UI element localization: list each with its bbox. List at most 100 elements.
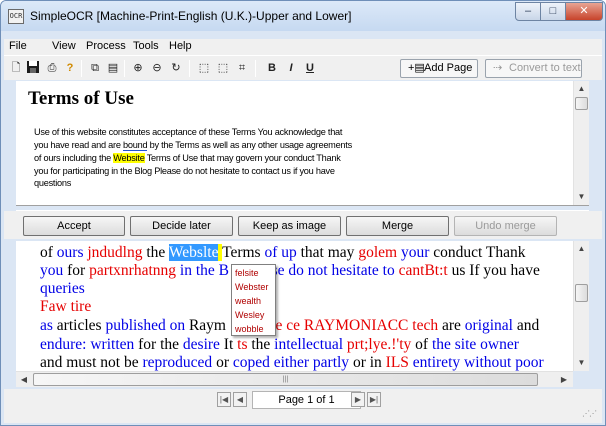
scroll-thumb[interactable] — [575, 97, 588, 110]
text-vertical-scrollbar[interactable]: ▲ ▼ — [573, 241, 589, 371]
text-horizontal-scrollbar[interactable]: ◀ ||| ▶ — [16, 371, 573, 387]
unrecognized-word[interactable]: tech — [408, 317, 438, 334]
unrecognized-word[interactable]: partxnrhatnng — [89, 262, 176, 279]
close-button[interactable]: ✕ — [565, 2, 603, 21]
dictionary-word: coped either partly — [232, 354, 350, 371]
ocr-text-span: of — [40, 244, 57, 261]
ocr-text-span: of — [411, 336, 432, 353]
zoom-in-icon[interactable]: ⊕ — [130, 60, 146, 76]
suggestion-item[interactable]: Wesley — [235, 310, 264, 320]
image-text-span: Use of this website constitutes acceptan… — [34, 127, 343, 137]
ocr-text-span: are — [438, 317, 465, 334]
image-text-span: questions — [34, 178, 72, 188]
toolbar-separator — [255, 60, 256, 77]
toolbar-separator — [124, 60, 125, 77]
unrecognized-word[interactable]: prt;lye.!'ty — [347, 336, 411, 353]
accept-button[interactable]: Accept — [23, 216, 125, 236]
suggestion-list[interactable]: felsite Webster wealth Wesley wobble — [231, 264, 276, 336]
unrecognized-word[interactable]: Faw tire — [40, 298, 91, 315]
ocr-text-line: you for partxnrhatnng in the B se do not… — [40, 262, 540, 280]
resize-grip-icon[interactable]: ⋰⋰ — [582, 409, 597, 421]
undo-merge-button[interactable]: Undo merge — [454, 216, 557, 236]
ocr-text-line: and must not be reproduced or coped eith… — [40, 354, 544, 371]
add-page-icon: +▤ — [408, 62, 425, 74]
image-heading: Terms of Use — [28, 88, 134, 109]
scroll-thumb[interactable] — [575, 284, 588, 302]
crop-icon[interactable]: ⬚ — [215, 60, 231, 76]
dictionary-word: your — [400, 244, 430, 261]
dictionary-word: entirety without poor — [412, 354, 544, 371]
ocr-text-line: endure: written for the desire It ts the… — [40, 336, 519, 354]
menu-tools[interactable]: Tools — [133, 40, 159, 52]
underline-icon[interactable]: U — [302, 60, 318, 76]
scan-icon[interactable]: ⎙ — [44, 60, 60, 76]
bold-icon[interactable]: B — [264, 60, 280, 76]
toolbar-separator — [189, 60, 190, 77]
keep-as-image-button[interactable]: Keep as image — [238, 216, 341, 236]
dictionary-word: original — [464, 317, 513, 334]
suggestion-item[interactable]: felsite — [235, 268, 259, 278]
unrecognized-word[interactable]: jndudlng — [87, 244, 142, 261]
convert-to-text-button[interactable]: ⇢ Convert to text — [485, 59, 582, 78]
suggestion-item[interactable]: wealth — [235, 296, 261, 306]
title-bar[interactable]: OCR SimpleOCR [Machine-Print-English (U.… — [1, 1, 605, 31]
italic-icon[interactable]: I — [283, 60, 299, 76]
previous-page-icon[interactable]: ◀ — [233, 392, 247, 407]
source-image-panel[interactable]: Terms of Use Use of this website constit… — [16, 81, 573, 205]
scroll-left-arrow-icon[interactable]: ◀ — [16, 372, 32, 387]
unrecognized-word[interactable]: ILS — [386, 354, 409, 371]
ocr-text-span: and must not be — [40, 354, 143, 371]
scroll-up-arrow-icon[interactable]: ▲ — [574, 81, 589, 97]
ocr-text-span: Terms — [222, 244, 265, 261]
new-icon[interactable]: 🗋 — [8, 60, 24, 76]
copy-icon[interactable]: ⧉ — [87, 60, 103, 76]
menu-view[interactable]: View — [52, 40, 76, 52]
scroll-down-arrow-icon[interactable]: ▼ — [574, 355, 589, 371]
ocr-text-span: the — [142, 244, 169, 261]
add-page-button[interactable]: +▤ Add Page — [400, 59, 478, 78]
unrecognized-word[interactable]: ce ce RAYMONIACC — [269, 317, 409, 334]
scroll-thumb[interactable]: ||| — [33, 373, 538, 386]
merge-button[interactable]: Merge — [346, 216, 449, 236]
menu-process[interactable]: Process — [86, 40, 126, 52]
decide-later-button[interactable]: Decide later — [130, 216, 233, 236]
image-text-span: you for participating in the Blog Please… — [34, 166, 335, 176]
ocr-text-span: It — [219, 336, 238, 353]
ocr-app-icon[interactable]: OCR — [8, 9, 24, 24]
scroll-up-arrow-icon[interactable]: ▲ — [574, 241, 589, 257]
select-region-icon[interactable]: ⬚ — [196, 60, 212, 76]
unrecognized-word[interactable]: golem — [358, 244, 397, 261]
menu-bar: File View Process Tools Help — [4, 39, 602, 55]
first-page-icon[interactable]: |◀ — [217, 392, 231, 407]
scroll-down-arrow-icon[interactable]: ▼ — [574, 189, 589, 205]
save-icon[interactable] — [25, 60, 41, 76]
suggestion-item[interactable]: wobble — [235, 324, 264, 334]
document-icon[interactable]: ▤ — [105, 60, 121, 76]
image-text-span: you have read and are — [34, 140, 123, 150]
image-vertical-scrollbar[interactable]: ▲ ▼ — [573, 81, 589, 205]
menu-help[interactable]: Help — [169, 40, 192, 52]
zoom-out-icon[interactable]: ⊖ — [149, 60, 165, 76]
image-text-line: of ours including the Website Terms of U… — [34, 153, 341, 163]
auto-zone-icon[interactable]: ⌗ — [234, 60, 250, 76]
scroll-right-arrow-icon[interactable]: ▶ — [556, 372, 572, 387]
last-page-icon[interactable]: ▶| — [367, 392, 381, 407]
minimize-button[interactable]: – — [515, 2, 541, 21]
menu-file[interactable]: File — [9, 40, 27, 52]
selected-word[interactable]: Webslte — [168, 244, 219, 261]
unrecognized-word[interactable]: cantBt:t — [399, 262, 448, 279]
ocr-text-editor[interactable]: of ours jndudlng the Webslte Terms of up… — [16, 241, 573, 371]
ocr-text-span: the — [247, 336, 275, 353]
help-icon[interactable]: ? — [62, 60, 78, 76]
maximize-button[interactable]: □ — [540, 2, 566, 21]
rotate-icon[interactable]: ↻ — [168, 60, 184, 76]
image-text-line: questions — [34, 178, 71, 188]
verification-buttons: Accept Decide later Keep as image Merge … — [4, 211, 602, 239]
suggestion-item[interactable]: Webster — [235, 282, 268, 292]
ocr-text-line: queries — [40, 280, 85, 298]
page-indicator: Page 1 of 1 — [252, 391, 361, 409]
next-page-icon[interactable]: ▶ — [351, 392, 365, 407]
dictionary-word: hesitate to — [331, 262, 395, 279]
ocr-text-span: that may — [296, 244, 359, 261]
unrecognized-word[interactable]: ts — [237, 336, 247, 353]
